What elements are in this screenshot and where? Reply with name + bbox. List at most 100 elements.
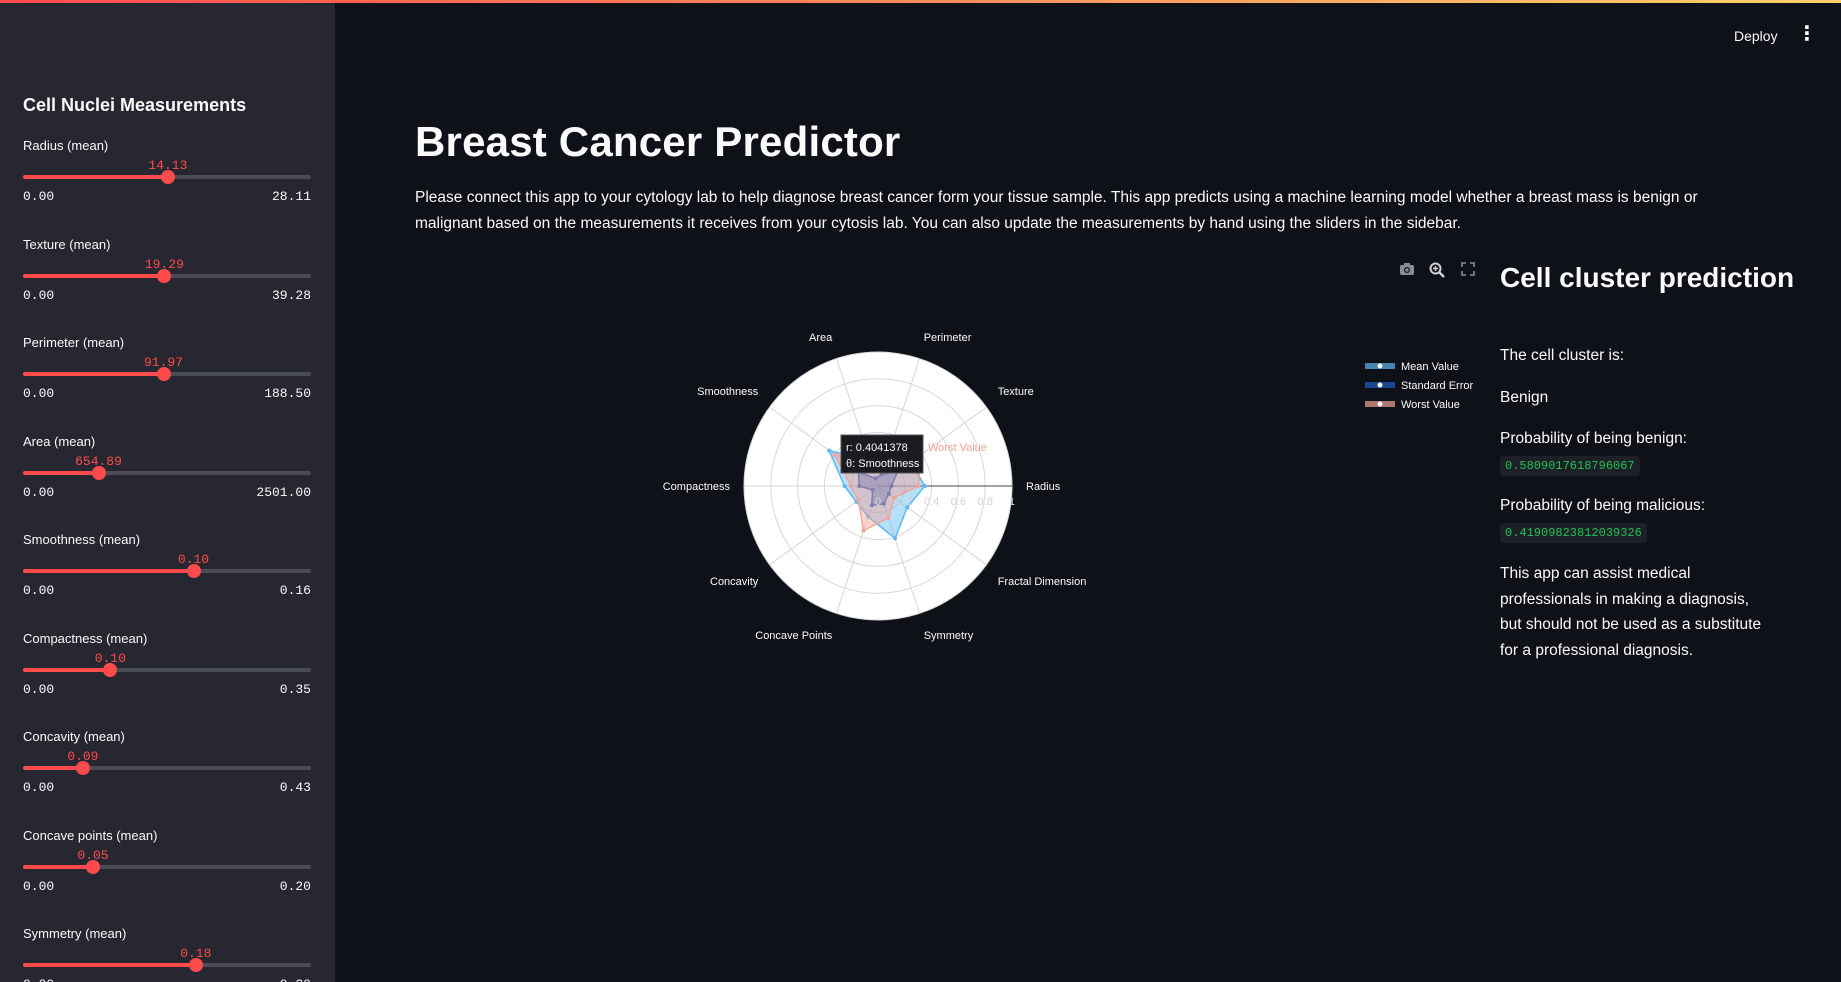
camera-icon[interactable] bbox=[1398, 262, 1416, 278]
slider-label: Concave points (mean) bbox=[23, 827, 158, 843]
slider-label: Compactness (mean) bbox=[23, 630, 148, 646]
legend-entry[interactable]: Worst Value bbox=[1401, 399, 1460, 411]
slider-track[interactable] bbox=[23, 958, 311, 972]
slider-max: 0.35 bbox=[279, 681, 311, 697]
legend-marker bbox=[1377, 382, 1383, 388]
radar-series-point[interactable] bbox=[886, 515, 891, 520]
slider-track[interactable] bbox=[23, 859, 311, 874]
radar-tick-label: 0.6 bbox=[951, 496, 966, 508]
radar-series-point[interactable] bbox=[892, 495, 897, 500]
slider[interactable]: Concavity (mean) 0.09 0.00 0.43 bbox=[23, 729, 311, 821]
slider[interactable]: Concave points (mean) 0.05 0.00 0.20 bbox=[23, 828, 311, 920]
slider-thumb[interactable] bbox=[103, 662, 118, 677]
radar-category-label: Smoothness bbox=[697, 386, 759, 398]
legend-entry[interactable]: Standard Error bbox=[1401, 380, 1473, 392]
sidebar: Cell Nuclei Measurements Radius (mean) 14… bbox=[0, 0, 335, 982]
deploy-button[interactable]: Deploy bbox=[1734, 28, 1778, 44]
radar-category-label: Concave Points bbox=[755, 630, 833, 642]
radar-series-point[interactable] bbox=[861, 528, 866, 533]
slider[interactable]: Radius (mean) 14.13 0.00 28.11 bbox=[23, 138, 311, 230]
slider-thumb[interactable] bbox=[186, 564, 201, 578]
slider-thumb[interactable] bbox=[188, 958, 203, 972]
slider-fill bbox=[23, 766, 83, 770]
slider-thumb[interactable] bbox=[160, 170, 175, 184]
radar-category-label: Texture bbox=[998, 386, 1034, 398]
slider[interactable]: Compactness (mean) 0.10 0.00 0.35 bbox=[23, 631, 311, 723]
slider-label: Radius (mean) bbox=[23, 138, 109, 153]
slider-min: 0.00 bbox=[23, 780, 55, 795]
radar-series-point[interactable] bbox=[893, 536, 897, 541]
legend-marker bbox=[1377, 363, 1383, 369]
slider[interactable]: Perimeter (mean) 91.97 0.00 188.50 bbox=[23, 335, 311, 427]
zoom-icon[interactable] bbox=[1428, 262, 1446, 278]
slider-thumb[interactable] bbox=[156, 367, 171, 381]
radar-series-point[interactable] bbox=[849, 484, 854, 488]
slider[interactable]: Area (mean) 654.89 0.00 2501.00 bbox=[23, 434, 311, 526]
radar-category-label: Area bbox=[809, 332, 833, 344]
radar-tick-label: 0 bbox=[875, 496, 881, 508]
slider-fill bbox=[23, 273, 165, 278]
slider-track[interactable] bbox=[23, 268, 311, 283]
slider-track[interactable] bbox=[23, 170, 311, 184]
radar-tick-label: 0.8 bbox=[978, 496, 993, 508]
radar-tick-label: 0.2 bbox=[897, 496, 912, 508]
slider-max: 2501.00 bbox=[256, 484, 311, 500]
legend-entry[interactable]: Mean Value bbox=[1401, 361, 1459, 373]
disclaimer-text: This app can assist medical professional… bbox=[1500, 565, 1762, 659]
slider[interactable]: Texture (mean) 19.29 0.00 39.28 bbox=[23, 237, 311, 329]
page-title: Breast Cancer Predictor bbox=[415, 118, 901, 165]
slider-label: Symmetry (mean) bbox=[23, 926, 127, 941]
slider-track[interactable] bbox=[23, 465, 311, 480]
slider-fill bbox=[23, 372, 164, 376]
slider-fill bbox=[23, 569, 194, 573]
radar-chart[interactable]: 0 0.2 0.4 0.6 0.8 1 Radius Texture Perimeter Area… bbox=[415, 285, 1475, 685]
prediction-title: Cell cluster prediction bbox=[1500, 262, 1795, 293]
slider-track[interactable] bbox=[23, 662, 311, 677]
slider-max: 0.16 bbox=[279, 583, 311, 598]
radar-series-point[interactable] bbox=[922, 484, 927, 488]
benign-label: Probability of being benign: bbox=[1500, 430, 1687, 447]
slider-min: 0.00 bbox=[23, 386, 55, 401]
slider-max: 0.20 bbox=[279, 878, 311, 894]
slider[interactable]: Symmetry (mean)0.180.000.30 bbox=[23, 926, 311, 982]
benign-value: 0.5809017618796067 bbox=[1500, 456, 1640, 476]
cluster-label: The cell cluster is: bbox=[1500, 347, 1625, 364]
slider[interactable]: Smoothness (mean) 0.10 0.00 0.16 bbox=[23, 532, 311, 624]
fullscreen-icon[interactable] bbox=[1459, 262, 1477, 278]
malicious-value: 0.41909823812039326 bbox=[1500, 523, 1647, 543]
radar-series-point[interactable] bbox=[842, 484, 847, 488]
radar-category-label: Perimeter bbox=[924, 332, 972, 344]
slider-thumb[interactable] bbox=[157, 268, 172, 283]
slider-max: 188.50 bbox=[264, 386, 311, 401]
tooltip-r-value: r: 0.4041378 bbox=[846, 442, 908, 454]
slider-label: Area (mean) bbox=[23, 433, 96, 449]
intro-text: Please connect this app to your cytology… bbox=[415, 189, 1698, 232]
slider-min: 0.00 bbox=[23, 583, 55, 598]
slider-label: Concavity (mean) bbox=[23, 729, 125, 744]
radar-category-label: Concavity bbox=[710, 576, 759, 588]
radar-series-point[interactable] bbox=[856, 498, 861, 503]
more-menu-icon[interactable]: ⋮ bbox=[1797, 24, 1817, 44]
radar-category-label: Compactness bbox=[663, 481, 731, 493]
radar-series-point[interactable] bbox=[827, 448, 832, 453]
cluster-value: Benign bbox=[1500, 389, 1549, 406]
radar-series-point[interactable] bbox=[832, 452, 837, 457]
slider-fill bbox=[23, 864, 93, 869]
slider-min: 0.00 bbox=[23, 484, 55, 500]
tooltip-series-label: Worst Value bbox=[928, 442, 987, 454]
slider-max: 0.30 bbox=[280, 977, 311, 982]
slider-track[interactable] bbox=[23, 761, 311, 775]
slider-min: 0.00 bbox=[23, 287, 55, 303]
radar-series-point[interactable] bbox=[916, 484, 921, 488]
slider-max: 0.43 bbox=[279, 780, 311, 795]
slider-max: 39.28 bbox=[271, 287, 311, 303]
slider-thumb[interactable] bbox=[91, 465, 106, 480]
slider-max: 28.11 bbox=[271, 189, 311, 204]
slider-thumb[interactable] bbox=[75, 761, 90, 775]
slider-track[interactable] bbox=[23, 564, 311, 578]
slider-fill bbox=[23, 470, 99, 475]
radar-tick-label: 0.4 bbox=[924, 496, 939, 508]
slider-thumb[interactable] bbox=[86, 859, 100, 874]
slider-track[interactable] bbox=[23, 367, 311, 381]
slider-label: Smoothness (mean) bbox=[23, 532, 141, 547]
